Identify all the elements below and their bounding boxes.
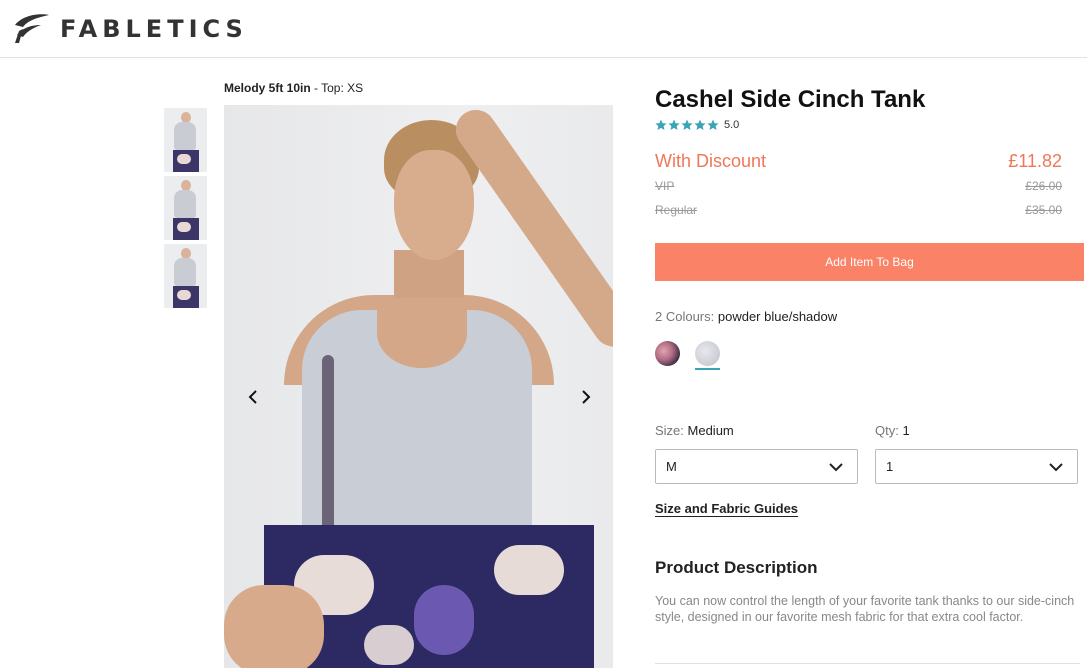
thumbnail-2[interactable] [164, 176, 207, 240]
star-icon [707, 119, 719, 130]
size-fabric-guides-link[interactable]: Size and Fabric Guides [655, 501, 798, 516]
colours-count-label: 2 Colours: [655, 309, 718, 324]
qty-label-text: Qty: [875, 423, 903, 438]
star-icon [655, 119, 667, 130]
add-to-bag-button[interactable]: Add Item To Bag [655, 243, 1084, 281]
vip-price: £26.00 [1025, 179, 1062, 193]
model-caption: Melody 5ft 10in - Top: XS [224, 81, 363, 95]
divider [655, 663, 1080, 664]
model-name: Melody 5ft 10in [224, 81, 311, 95]
star-icon [694, 119, 706, 130]
thumbnail-strip [164, 108, 207, 312]
colours-label: 2 Colours: powder blue/shadow [655, 309, 837, 324]
qty-label: Qty: 1 [875, 423, 910, 438]
regular-price: £35.00 [1025, 203, 1062, 217]
product-main-image [224, 105, 613, 668]
size-select-value: M [666, 459, 677, 474]
size-label-text: Size: [655, 423, 688, 438]
size-select[interactable]: M [655, 449, 858, 484]
model-size: - Top: XS [310, 81, 364, 95]
selected-swatch-indicator [695, 368, 720, 370]
qty-selected: 1 [902, 423, 910, 438]
next-image-button[interactable] [573, 385, 597, 409]
size-label: Size: Medium [655, 423, 734, 438]
qty-select[interactable]: 1 [875, 449, 1078, 484]
star-icon [681, 119, 693, 130]
thumbnail-1[interactable] [164, 108, 207, 172]
chevron-right-icon [582, 390, 591, 404]
brand-logo[interactable]: FABLETICS [13, 12, 248, 46]
discount-price: £11.82 [1008, 151, 1062, 171]
rating-value: 5.0 [724, 119, 740, 131]
product-rating[interactable]: 5.0 [655, 119, 739, 131]
site-header: FABLETICS [0, 0, 1087, 58]
qty-select-value: 1 [886, 459, 894, 474]
colour-swatch-pink-shadow[interactable] [655, 341, 680, 366]
product-title: Cashel Side Cinch Tank [655, 86, 926, 113]
fabletics-logo-icon [15, 14, 49, 43]
chevron-down-icon [829, 462, 843, 471]
regular-price-row: Regular £35.00 [655, 203, 1062, 217]
product-description-text: You can now control the length of your f… [655, 594, 1075, 624]
vip-label: VIP [655, 179, 675, 193]
chevron-left-icon [248, 390, 257, 404]
vip-price-row: VIP £26.00 [655, 179, 1062, 193]
brand-name: FABLETICS [60, 15, 248, 43]
size-selected-name: Medium [687, 423, 734, 438]
previous-image-button[interactable] [242, 385, 266, 409]
discount-label: With Discount [655, 151, 767, 171]
colour-swatch-powder-blue-shadow[interactable] [695, 341, 720, 366]
star-icon [668, 119, 680, 130]
chevron-down-icon [1049, 462, 1063, 471]
selected-colour: powder blue/shadow [717, 309, 838, 324]
product-description-heading: Product Description [655, 558, 818, 577]
thumbnail-3[interactable] [164, 244, 207, 308]
regular-label: Regular [655, 203, 698, 217]
discount-price-row: With Discount £11.82 [655, 151, 1062, 172]
